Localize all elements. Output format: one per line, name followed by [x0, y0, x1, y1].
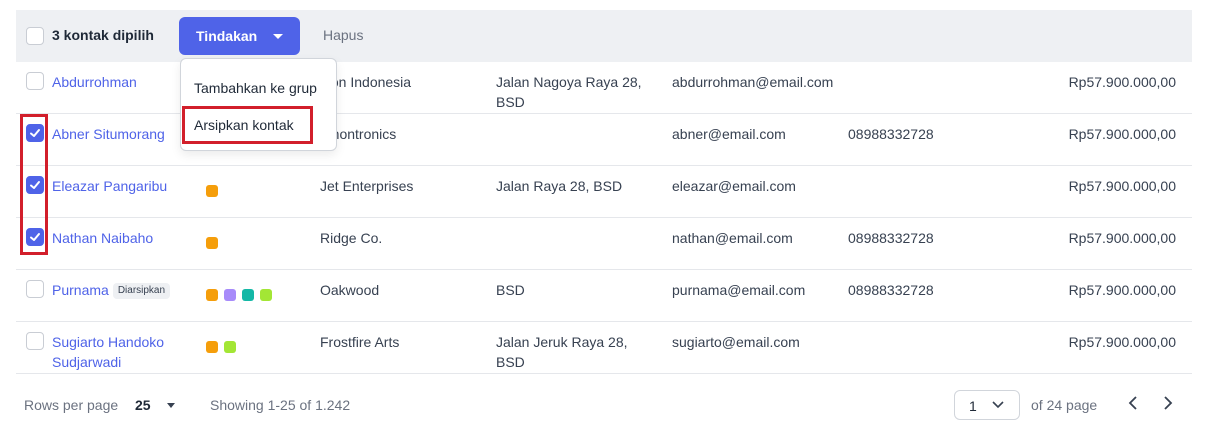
table-row[interactable]: Nathan Naibaho Ridge Co. nathan@email.com 0…: [16, 218, 1192, 270]
company-cell: Lion Indonesia: [320, 74, 412, 90]
tag-color-chip: [206, 289, 218, 301]
rows-per-page-caret-icon[interactable]: [167, 403, 175, 408]
rows-per-page-select[interactable]: 25: [135, 397, 151, 413]
chevron-left-icon[interactable]: [1127, 395, 1139, 411]
phone-cell: 08988332728: [848, 230, 934, 246]
row-checkbox[interactable]: [26, 332, 44, 350]
table-row[interactable]: Sugiarto Handoko Sudjarwadi Frostfire Art…: [16, 322, 1192, 374]
rows-per-page-label: Rows per page: [24, 397, 119, 413]
tag-group: [206, 237, 224, 253]
company-cell: Frostfire Arts: [320, 334, 400, 350]
email-cell: nathan@email.com: [672, 230, 793, 246]
contact-name-link[interactable]: Nathan Naibaho: [52, 228, 182, 248]
contact-name-link[interactable]: Abdurrohman: [52, 72, 182, 92]
select-all-checkbox[interactable]: [26, 27, 44, 45]
tag-group: [206, 341, 242, 357]
company-cell: Ridge Co.: [320, 230, 383, 246]
contact-name-text: Nathan Naibaho: [52, 230, 154, 246]
email-cell: abdurrohman@email.com: [672, 74, 834, 90]
contact-name-text: Abdurrohman: [52, 74, 137, 90]
caret-down-icon: [273, 34, 283, 39]
amount-cell: Rp57.900.000,00: [1068, 126, 1176, 142]
page-select[interactable]: 1: [954, 390, 1020, 420]
address-cell: Jalan Jeruk Raya 28, BSD: [496, 334, 628, 370]
contact-name-link[interactable]: Abner Situmorang: [52, 124, 182, 144]
contact-name-link[interactable]: Purnama Diarsipkan: [52, 280, 182, 300]
chevron-down-icon: [992, 401, 1004, 409]
contact-name-text: Abner Situmorang: [52, 126, 165, 142]
menu-item-add-to-group[interactable]: Tambahkan ke grup: [194, 80, 317, 96]
tag-color-chip: [206, 237, 218, 249]
selected-count-text: 3 kontak dipilih: [52, 27, 154, 43]
address-cell: Jalan Nagoya Raya 28, BSD: [496, 74, 642, 110]
email-cell: eleazar@email.com: [672, 178, 796, 194]
table-header: 3 kontak dipilih Tindakan Hapus: [16, 10, 1192, 62]
delete-button[interactable]: Hapus: [323, 27, 363, 43]
company-cell: Oakwood: [320, 282, 380, 298]
tag-color-chip: [260, 289, 272, 301]
tag-group: [206, 185, 224, 201]
phone-cell: 08988332728: [848, 282, 934, 298]
amount-cell: Rp57.900.000,00: [1068, 334, 1176, 350]
chevron-right-icon[interactable]: [1162, 395, 1174, 411]
highlight-checkboxes-box: [20, 114, 48, 255]
row-checkbox[interactable]: [26, 72, 44, 90]
current-page-value: 1: [969, 398, 977, 414]
email-cell: abner@email.com: [672, 126, 786, 142]
row-checkbox[interactable]: [26, 280, 44, 298]
tag-color-chip: [224, 289, 236, 301]
tag-color-chip: [206, 185, 218, 197]
actions-button[interactable]: Tindakan: [179, 17, 300, 55]
highlight-archive-box: [182, 106, 313, 144]
actions-button-label: Tindakan: [196, 28, 258, 44]
address-cell: BSD: [496, 282, 525, 298]
amount-cell: Rp57.900.000,00: [1068, 74, 1176, 90]
contact-name-link[interactable]: Eleazar Pangaribu: [52, 176, 182, 196]
tag-group: [206, 289, 278, 305]
amount-cell: Rp57.900.000,00: [1068, 178, 1176, 194]
table-row[interactable]: Purnama Diarsipkan Oakwood BSD purnama@email…: [16, 270, 1192, 322]
email-cell: purnama@email.com: [672, 282, 806, 298]
archived-badge: Diarsipkan: [112, 283, 171, 299]
email-cell: sugiarto@email.com: [672, 334, 800, 350]
showing-range-text: Showing 1-25 of 1.242: [210, 397, 351, 413]
address-cell: Jalan Raya 28, BSD: [496, 178, 623, 194]
amount-cell: Rp57.900.000,00: [1068, 230, 1176, 246]
amount-cell: Rp57.900.000,00: [1068, 282, 1176, 298]
contact-name-link[interactable]: Sugiarto Handoko Sudjarwadi: [52, 332, 182, 372]
contact-name-text: Sugiarto Handoko Sudjarwadi: [52, 334, 165, 370]
contact-name-text: Purnama: [52, 282, 109, 298]
company-cell: Jet Enterprises: [320, 178, 414, 194]
tag-color-chip: [242, 289, 254, 301]
pagination-footer: Rows per page 25 Showing 1-25 of 1.242 1…: [16, 375, 1192, 433]
table-row[interactable]: Eleazar Pangaribu Jet Enterprises Jalan Ra…: [16, 166, 1192, 218]
company-cell: amontronics: [320, 126, 397, 142]
tag-color-chip: [224, 341, 236, 353]
total-pages-text: of 24 page: [1031, 397, 1098, 413]
phone-cell: 08988332728: [848, 126, 934, 142]
tag-color-chip: [206, 341, 218, 353]
contact-name-text: Eleazar Pangaribu: [52, 178, 168, 194]
